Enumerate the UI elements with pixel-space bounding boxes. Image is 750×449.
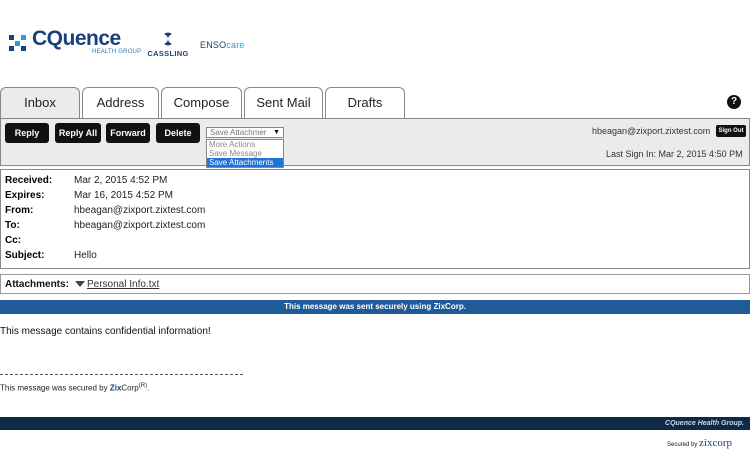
- attachments-label: Attachments:: [5, 279, 69, 290]
- message-headers: Received: Mar 2, 2015 4:52 PM Expires: Mar…: [0, 169, 750, 269]
- attachments-bar: Attachments: Personal Info.txt: [0, 274, 750, 294]
- delete-button[interactable]: Delete: [156, 123, 200, 143]
- action-toolbar: Reply Reply All Forward Delete Save Atta…: [0, 118, 750, 168]
- footer-bar: CQuence Health Group.: [0, 417, 750, 430]
- sign-out-button[interactable]: Sign Out: [716, 125, 746, 137]
- user-email: hbeagan@zixport.zixtest.com: [592, 126, 711, 136]
- help-icon[interactable]: ?: [727, 95, 741, 109]
- caret-down-icon[interactable]: [75, 281, 85, 287]
- message-body: This message contains confidential infor…: [0, 326, 211, 337]
- tab-drafts[interactable]: Drafts: [325, 87, 405, 119]
- cquence-wordmark: CQuence: [32, 27, 121, 50]
- cassling-logo: CASSLING: [146, 31, 190, 59]
- tab-sent-mail[interactable]: Sent Mail: [244, 87, 323, 119]
- brand-logos: CQuence HEALTH GROUP CASSLING ENSOcare: [8, 28, 308, 64]
- reply-all-button[interactable]: Reply All: [55, 123, 101, 143]
- last-sign-in: Last Sign In: Mar 2, 2015 4:50 PM: [606, 149, 743, 159]
- tab-address[interactable]: Address: [82, 87, 159, 119]
- dropdown-option-save-attachments[interactable]: Save Attachments: [207, 158, 283, 167]
- forward-button[interactable]: Forward: [106, 123, 150, 143]
- secure-banner: This message was sent securely using Zix…: [0, 300, 750, 314]
- tab-inbox[interactable]: Inbox: [0, 87, 80, 120]
- reply-button[interactable]: Reply: [5, 123, 49, 143]
- tab-compose[interactable]: Compose: [161, 87, 242, 119]
- mail-tabs: Inbox Address Compose Sent Mail Drafts ?: [0, 87, 750, 120]
- cquence-mark-icon: [9, 35, 26, 51]
- more-actions-dropdown: More Actions Save Message Save Attachmen…: [206, 139, 284, 168]
- more-actions-select[interactable]: Save Attachmer ▼: [206, 127, 284, 138]
- dropdown-option-save-message[interactable]: Save Message: [207, 149, 283, 158]
- attachment-link[interactable]: Personal Info.txt: [87, 279, 159, 290]
- secured-by-zixcorp: Secured by zixcorp: [667, 437, 733, 449]
- chevron-down-icon: ▼: [273, 129, 280, 136]
- cquence-subtitle: HEALTH GROUP: [92, 49, 142, 55]
- dropdown-option-more-actions[interactable]: More Actions: [207, 140, 283, 149]
- divider: [0, 374, 243, 375]
- cassling-mark-icon: [164, 32, 172, 46]
- ensocare-logo: ENSOcare: [200, 40, 245, 50]
- secured-note: This message was secured by ZixCorp(R).: [0, 383, 150, 393]
